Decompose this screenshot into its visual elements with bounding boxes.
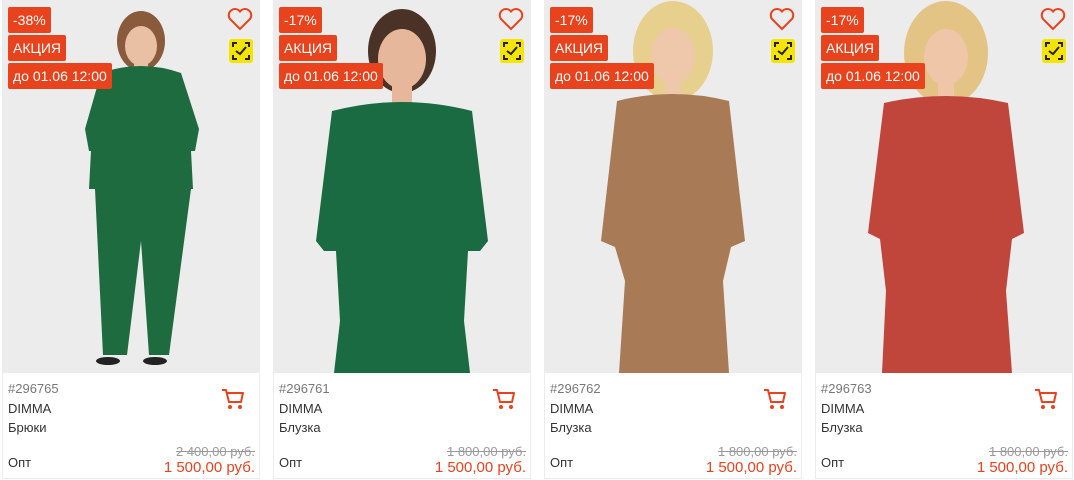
promo-badge: АКЦИЯ [821,35,880,61]
product-info: #296763 DIMMA Блузка Опт 1 800,00 руб. 1… [816,373,1072,479]
qr-scan-icon[interactable] [229,39,253,63]
product-info: #296762 DIMMA Блузка Опт 1 800,00 руб. 1… [545,373,801,479]
discount-badge: -38% [8,7,51,33]
product-type[interactable]: Блузка [821,420,863,435]
price-type-label: Опт [550,455,574,470]
product-sku: #296763 [821,381,872,396]
product-card[interactable]: -17% АКЦИЯ до 01.06 12:00 #296761 DIMMA … [273,0,531,479]
product-type[interactable]: Блузка [550,420,592,435]
promo-badge: АКЦИЯ [279,35,338,61]
promo-deadline-badge: до 01.06 12:00 [8,63,112,89]
product-brand[interactable]: DIMMA [821,401,864,416]
product-info: #296765 DIMMA Брюки Опт 2 400,00 руб. 1 … [3,373,259,479]
promo-badge: АКЦИЯ [550,35,609,61]
cart-icon[interactable] [763,388,787,410]
product-card[interactable]: -17% АКЦИЯ до 01.06 12:00 #296763 DIMMA … [815,0,1073,479]
old-price: 1 800,00 руб. [446,444,526,459]
promo-deadline-badge: до 01.06 12:00 [279,63,383,89]
qr-scan-icon[interactable] [771,39,795,63]
price-type-label: Опт [279,455,303,470]
new-price: 1 500,00 руб. [163,459,255,476]
price-type-label: Опт [8,455,32,470]
heart-icon[interactable] [769,7,795,31]
product-sku: #296762 [550,381,601,396]
new-price: 1 500,00 руб. [976,459,1068,476]
new-price: 1 500,00 руб. [434,459,526,476]
product-sku: #296765 [8,381,59,396]
discount-badge: -17% [550,7,593,33]
new-price: 1 500,00 руб. [705,459,797,476]
qr-scan-icon[interactable] [1042,39,1066,63]
old-price: 1 800,00 руб. [988,444,1068,459]
cart-icon[interactable] [221,388,245,410]
promo-deadline-badge: до 01.06 12:00 [550,63,654,89]
old-price: 2 400,00 руб. [175,444,255,459]
promo-badge: АКЦИЯ [8,35,67,61]
cart-icon[interactable] [1034,388,1058,410]
discount-badge: -17% [279,7,322,33]
product-type[interactable]: Блузка [279,420,321,435]
promo-deadline-badge: до 01.06 12:00 [821,63,925,89]
qr-scan-icon[interactable] [500,39,524,63]
cart-icon[interactable] [492,388,516,410]
product-brand[interactable]: DIMMA [550,401,593,416]
product-brand[interactable]: DIMMA [8,401,51,416]
product-brand[interactable]: DIMMA [279,401,322,416]
product-grid: -38% АКЦИЯ до 01.06 12:00 #296765 DIMMA … [0,0,1074,480]
price-type-label: Опт [821,455,845,470]
product-card[interactable]: -17% АКЦИЯ до 01.06 12:00 #296762 DIMMA … [544,0,802,479]
heart-icon[interactable] [1040,7,1066,31]
heart-icon[interactable] [227,7,253,31]
discount-badge: -17% [821,7,864,33]
old-price: 1 800,00 руб. [717,444,797,459]
product-info: #296761 DIMMA Блузка Опт 1 800,00 руб. 1… [274,373,530,479]
product-type[interactable]: Брюки [8,420,46,435]
product-card[interactable]: -38% АКЦИЯ до 01.06 12:00 #296765 DIMMA … [2,0,260,479]
heart-icon[interactable] [498,7,524,31]
product-sku: #296761 [279,381,330,396]
